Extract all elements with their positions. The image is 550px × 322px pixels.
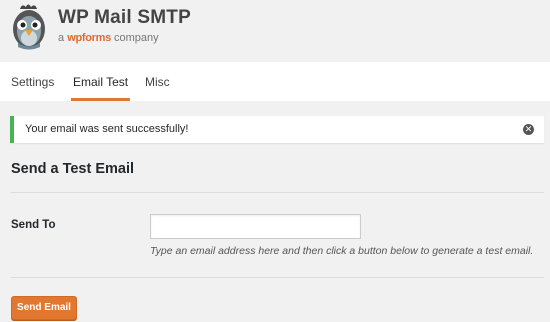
plugin-title: WP Mail SMTP (58, 7, 191, 28)
settings-tabs: Settings Email Test Misc (0, 62, 550, 101)
section-divider (11, 192, 544, 193)
send-email-button[interactable]: Send Email (11, 296, 77, 320)
section-title: Send a Test Email (11, 161, 135, 177)
plugin-header: WP Mail SMTP a wpforms company (0, 0, 550, 60)
subtitle-prefix: a (58, 32, 65, 44)
send-to-help-text: Type an email address here and then clic… (150, 245, 534, 257)
send-to-email-input[interactable] (150, 214, 361, 239)
plugin-subtitle: a wpforms company (58, 32, 159, 44)
notice-message: Your email was sent successfully! (25, 123, 189, 135)
send-to-label: Send To (11, 219, 56, 231)
tab-email-test[interactable]: Email Test (70, 62, 131, 101)
wpforms-logo-text: wpforms (67, 32, 111, 44)
subtitle-suffix: company (114, 32, 159, 44)
form-divider (11, 277, 544, 278)
success-notice: Your email was sent successfully! ✕ (10, 116, 544, 143)
pigeon-mascot-icon (13, 4, 45, 50)
tab-misc[interactable]: Misc (145, 62, 170, 101)
tab-settings[interactable]: Settings (11, 62, 54, 101)
dismiss-icon[interactable]: ✕ (523, 124, 534, 135)
